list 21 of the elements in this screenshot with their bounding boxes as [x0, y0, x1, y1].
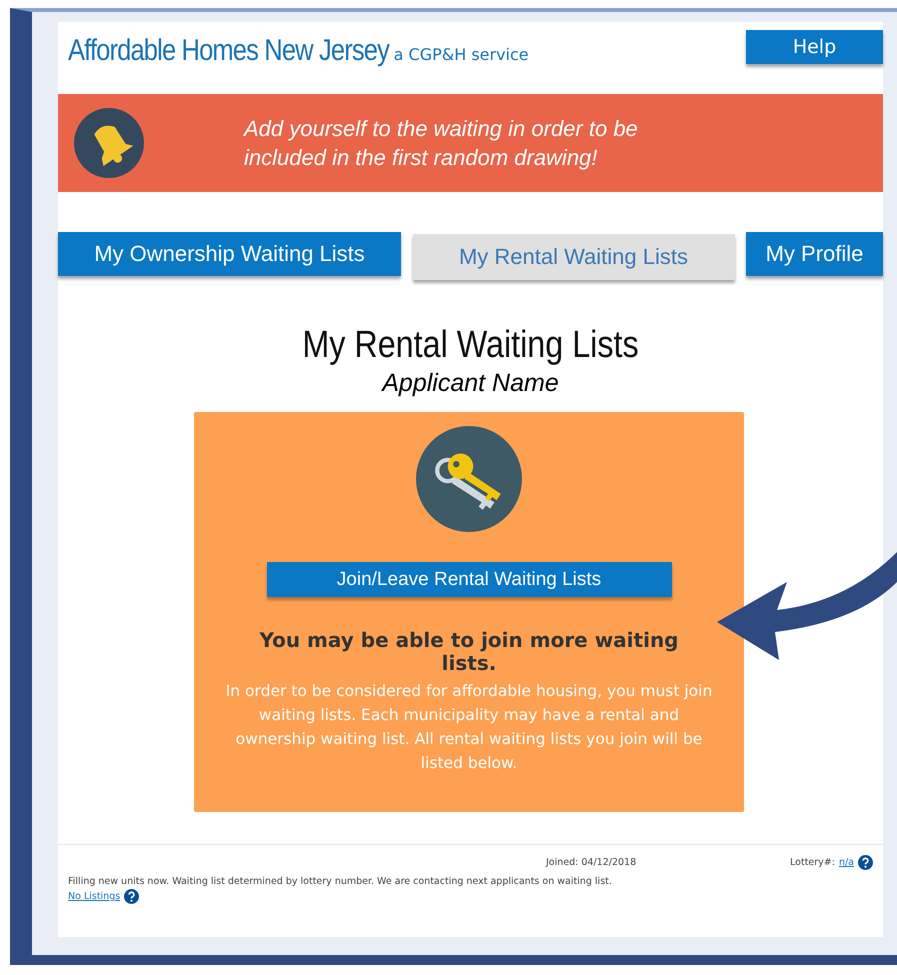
site-title: Affordable Homes New Jersey [68, 34, 389, 68]
site-subtitle: a CGP&H service [394, 45, 529, 64]
join-leave-button[interactable]: Join/Leave Rental Waiting Lists [266, 562, 672, 597]
applicant-name: Applicant Name [380, 369, 560, 398]
tab[interactable]: My Rental Waiting Lists [412, 234, 734, 280]
lottery-label: Lottery#: [790, 857, 835, 868]
alert-message: Add yourself to the waiting in order to be included in the first random drawing! [244, 115, 639, 172]
key-icon [416, 426, 522, 532]
lottery-link[interactable]: n/a [838, 857, 854, 868]
page-heading: My Rental Waiting Lists [301, 324, 640, 367]
bell-icon [74, 108, 144, 178]
listings-link[interactable]: No Listings [68, 891, 120, 902]
joined-date: Joined: 04/12/2018 [546, 857, 636, 868]
help-button[interactable]: Help [746, 30, 883, 64]
tab[interactable]: My Profile [746, 232, 883, 276]
help-icon[interactable] [858, 855, 873, 870]
card-text: In order to be considered for affordable housing, you must join waiting lists. Each municipality may have a rental and ownership waiting list. All rental waiting lists you join will be listed below. [224, 681, 714, 774]
help-icon[interactable] [124, 889, 140, 904]
status-text: Filling new units now. Waiting list determined by lottery number. We are contacting next applicants on waiting list. [68, 876, 613, 887]
card-title: You may be able to join more waiting lists. [258, 629, 680, 675]
tab[interactable]: My Ownership Waiting Lists [58, 232, 401, 276]
